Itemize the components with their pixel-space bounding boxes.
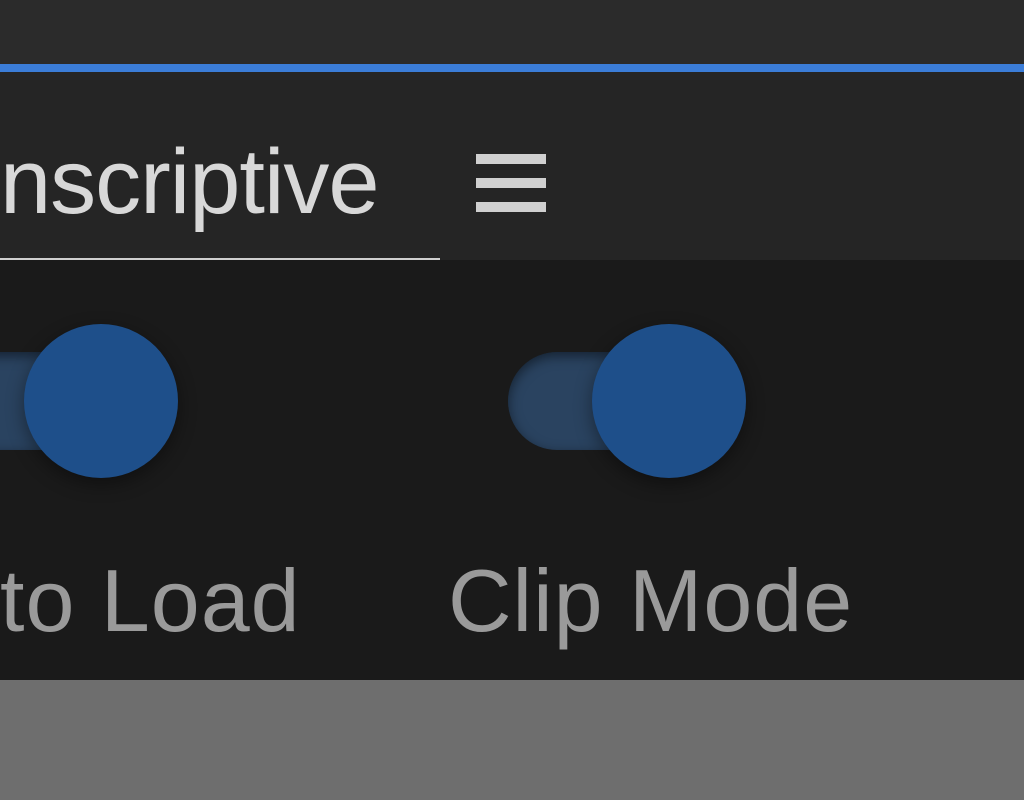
toggle-knob xyxy=(592,324,746,478)
toggle-track xyxy=(508,352,728,450)
accent-divider xyxy=(0,64,1024,72)
auto-load-toggle[interactable] xyxy=(0,352,160,450)
panel-header: nscriptive xyxy=(0,72,1024,260)
hamburger-menu-icon[interactable] xyxy=(476,154,546,212)
panel-content: to Load Clip Mode xyxy=(0,260,1024,680)
bottom-region xyxy=(0,680,1024,800)
clip-mode-toggle[interactable] xyxy=(508,352,728,450)
clip-mode-label: Clip Mode xyxy=(448,550,853,652)
toggle-knob xyxy=(24,324,178,478)
auto-load-label: to Load xyxy=(0,550,301,652)
toggle-track xyxy=(0,352,160,450)
top-bar xyxy=(0,0,1024,64)
panel-tab-title[interactable]: nscriptive xyxy=(0,130,379,235)
